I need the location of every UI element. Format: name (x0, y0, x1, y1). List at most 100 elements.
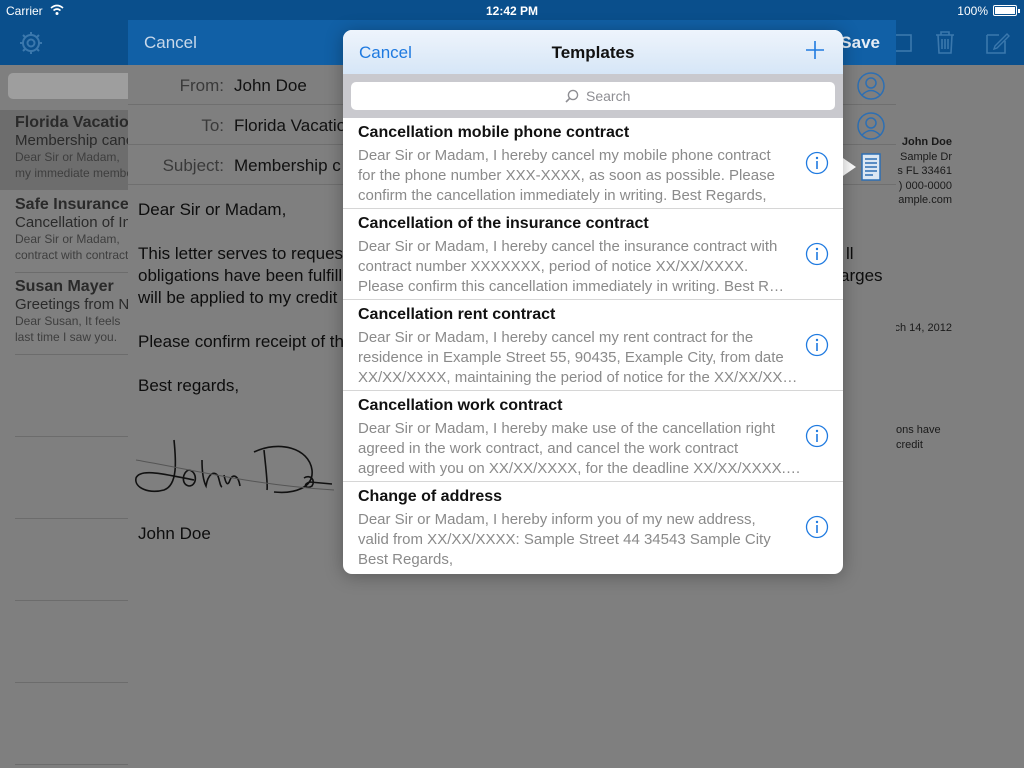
popover-title: Templates (551, 43, 635, 62)
list-item[interactable]: Susan Mayer Greetings from N Dear Susan,… (0, 278, 130, 345)
contact-icon[interactable] (856, 111, 886, 141)
list-item-subtitle: Membership cancellation (15, 132, 130, 149)
list-divider (15, 436, 130, 437)
battery-icon (993, 5, 1020, 16)
search-bar: Search (343, 74, 843, 118)
template-preview-line: Dear Sir or Madam, I hereby cancel my mo… (358, 147, 771, 164)
template-preview-line: Dear Sir or Madam, I hereby cancel my re… (358, 329, 754, 346)
compose-icon[interactable] (984, 29, 1010, 55)
letter-preview-pane: John Doe Sample Dr s FL 33461 ) 000-0000… (894, 65, 1024, 768)
template-item[interactable]: Cancellation mobile phone contract Dear … (343, 118, 843, 209)
templates-list: Cancellation mobile phone contract Dear … (343, 118, 843, 574)
plus-icon[interactable] (805, 40, 825, 60)
from-label: From: (179, 76, 224, 95)
from-field[interactable]: John Doe (234, 76, 307, 96)
template-preview-line: for the phone number XXX-XXXX, as soon a… (358, 167, 775, 184)
list-item-preview: Dear Sir or Madam, (15, 150, 120, 164)
list-item[interactable]: Florida Vacation Membership cancellation… (0, 114, 130, 181)
gear-icon[interactable] (18, 30, 44, 56)
template-preview: Dear Sir or Madam, I hereby cancel the i… (358, 237, 803, 297)
body-line-tail[interactable]: ll (846, 243, 854, 265)
list-item-preview: my immediate membership (15, 166, 130, 180)
template-preview: Dear Sir or Madam, I hereby cancel my re… (358, 328, 803, 388)
preview-address-line: s FL 33461 (897, 165, 952, 177)
preview-body-line: ons have (896, 424, 941, 436)
template-title: Cancellation rent contract (358, 306, 556, 323)
info-icon[interactable] (805, 333, 829, 357)
preview-body-line: credit (896, 439, 923, 451)
list-item[interactable]: Safe Insurance Cancellation of Insurance… (0, 196, 130, 263)
clock: 12:42 PM (485, 4, 539, 18)
template-preview-line: Best Regards, (358, 551, 454, 568)
preview-sender-name: John Doe (901, 136, 952, 148)
template-preview-line: agreed in the work contract, and cancel … (358, 440, 739, 457)
search-icon (565, 89, 579, 103)
subject-label: Subject: (162, 156, 224, 175)
template-item[interactable]: Cancellation work contract Dear Sir or M… (343, 391, 843, 482)
body-line-tail[interactable]: arges (840, 265, 883, 287)
to-field[interactable]: Florida Vacation (234, 116, 356, 136)
list-divider (15, 272, 130, 273)
info-icon[interactable] (805, 424, 829, 448)
template-preview-line: Please confirm this cancellation immedia… (358, 278, 784, 295)
list-item-title: Susan Mayer (15, 278, 114, 295)
list-divider (15, 354, 130, 355)
template-preview-line: contract number XXXXXXX, period of notic… (358, 258, 749, 275)
search-placeholder: Search (586, 88, 631, 104)
to-label: To: (201, 116, 224, 135)
list-item-title: Florida Vacation (15, 114, 130, 131)
template-title: Cancellation of the insurance contract (358, 215, 649, 232)
info-icon[interactable] (805, 151, 829, 175)
list-divider (15, 600, 130, 601)
preview-address-line: ample.com (898, 194, 952, 206)
list-item-subtitle: Greetings from N (15, 296, 130, 313)
template-item[interactable]: Change of address Dear Sir or Madam, I h… (343, 482, 843, 573)
list-divider (15, 518, 130, 519)
template-preview-line: valid from XX/XX/XXXX: Sample Street 44 … (358, 531, 771, 548)
signature-name[interactable]: John Doe (138, 523, 211, 545)
body-confirm[interactable]: Please confirm receipt of th (138, 331, 344, 353)
list-divider (15, 764, 130, 765)
list-item-title: Safe Insurance (15, 196, 129, 213)
trash-icon[interactable] (932, 29, 958, 55)
body-line[interactable]: This letter serves to reques (138, 243, 343, 265)
list-item-preview: contract with contract (15, 248, 129, 262)
templates-popover: Cancel Templates Search Cancellation mob… (343, 30, 843, 574)
list-item-preview: Dear Susan, It feels (15, 314, 121, 328)
status-bar: Carrier 12:42 PM 100% (0, 0, 1024, 20)
body-line[interactable]: will be applied to my credit (138, 287, 337, 309)
list-divider (15, 682, 130, 683)
body-closing[interactable]: Best regards, (138, 375, 239, 397)
template-title: Cancellation work contract (358, 397, 563, 414)
template-preview-line: Dear Sir or Madam, I hereby inform you o… (358, 511, 756, 528)
signature-image (135, 439, 334, 494)
info-icon[interactable] (805, 515, 829, 539)
template-preview: Dear Sir or Madam, I hereby cancel my mo… (358, 146, 803, 206)
info-icon[interactable] (805, 242, 829, 266)
template-preview: Dear Sir or Madam, I hereby make use of … (358, 419, 803, 479)
template-preview-line: residence in Example Street 55, 90435, E… (358, 349, 784, 366)
body-salutation[interactable]: Dear Sir or Madam, (138, 199, 286, 221)
list-item-preview: Dear Sir or Madam, (15, 232, 120, 246)
preview-address-line: Sample Dr (900, 151, 952, 163)
template-preview-line: confirm the cancellation immediately in … (358, 187, 767, 204)
template-icon[interactable] (856, 152, 886, 182)
preview-address-line: ) 000-0000 (898, 180, 952, 192)
compose-save-button[interactable]: Save (840, 33, 880, 53)
preview-date: ch 14, 2012 (894, 322, 953, 334)
list-item-subtitle: Cancellation of Insurance (15, 214, 130, 231)
template-preview-line: XX/XX/XXXX, maintaining the period of no… (358, 369, 798, 386)
contact-icon[interactable] (856, 71, 886, 101)
template-preview-line: Dear Sir or Madam, I hereby make use of … (358, 420, 775, 437)
template-preview-line: Dear Sir or Madam, I hereby cancel the i… (358, 238, 778, 255)
mail-list: Florida Vacation Membership cancellation… (0, 65, 208, 768)
search-input[interactable]: Search (351, 82, 835, 110)
compose-cancel-button[interactable]: Cancel (144, 33, 197, 53)
template-preview: Dear Sir or Madam, I hereby inform you o… (358, 510, 803, 570)
subject-field[interactable]: Membership c (234, 156, 341, 176)
template-preview-line: agreed with you on XX/XX/XXXX, for the d… (358, 460, 801, 477)
list-item-preview: last time I saw you. (15, 330, 118, 344)
body-line[interactable]: obligations have been fulfill (138, 265, 342, 287)
template-item[interactable]: Cancellation of the insurance contract D… (343, 209, 843, 300)
template-item[interactable]: Cancellation rent contract Dear Sir or M… (343, 300, 843, 391)
